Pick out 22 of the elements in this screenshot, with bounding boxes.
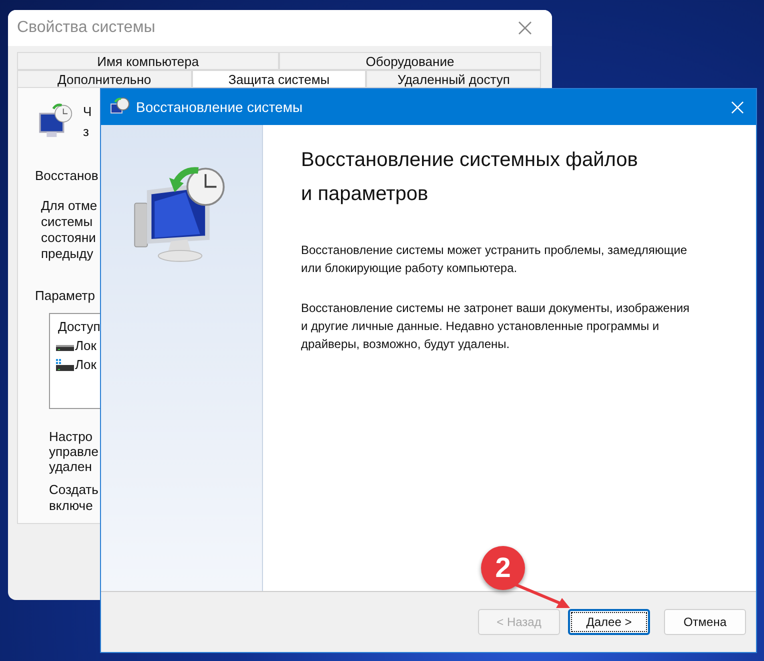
intro-text: Ч з xyxy=(83,103,92,141)
dialog-button[interactable]: Далее > xyxy=(568,609,650,635)
system-drive-icon xyxy=(56,358,74,370)
tab[interactable]: Защита системы xyxy=(192,70,366,88)
paragraph: Восстановление системы может устранить проблемы, замедляющие или блокирующие работу компьютера. xyxy=(301,242,688,277)
create-text: Создать включе xyxy=(49,482,98,514)
window-title: Свойства системы xyxy=(17,19,156,37)
tab[interactable]: Дополнительно xyxy=(17,70,192,88)
page-heading: Восстановление системных файлов и параметров xyxy=(301,148,639,207)
parameters-label: Параметр xyxy=(35,288,95,303)
drive-name[interactable]: Лок xyxy=(75,357,96,372)
tab[interactable]: Имя компьютера xyxy=(17,52,279,70)
dialog-title: Восстановление системы xyxy=(136,99,304,115)
description-text: Для отме системы состояни предыду xyxy=(40,198,98,262)
tab[interactable]: Оборудование xyxy=(279,52,541,70)
close-icon[interactable] xyxy=(518,21,532,35)
drive-name[interactable]: Лок xyxy=(75,338,96,353)
tab[interactable]: Удаленный доступ xyxy=(366,70,542,88)
paragraph: Восстановление системы не затронет ваши документы, изображения и другие личные данные. Недавно установленные программы и драйверы, возможно, будут удалены. xyxy=(301,300,691,353)
section-title: Восстанов xyxy=(35,168,98,183)
configure-text: Настро управле удален xyxy=(49,429,98,474)
dialog-button[interactable]: Отмена xyxy=(664,609,746,635)
